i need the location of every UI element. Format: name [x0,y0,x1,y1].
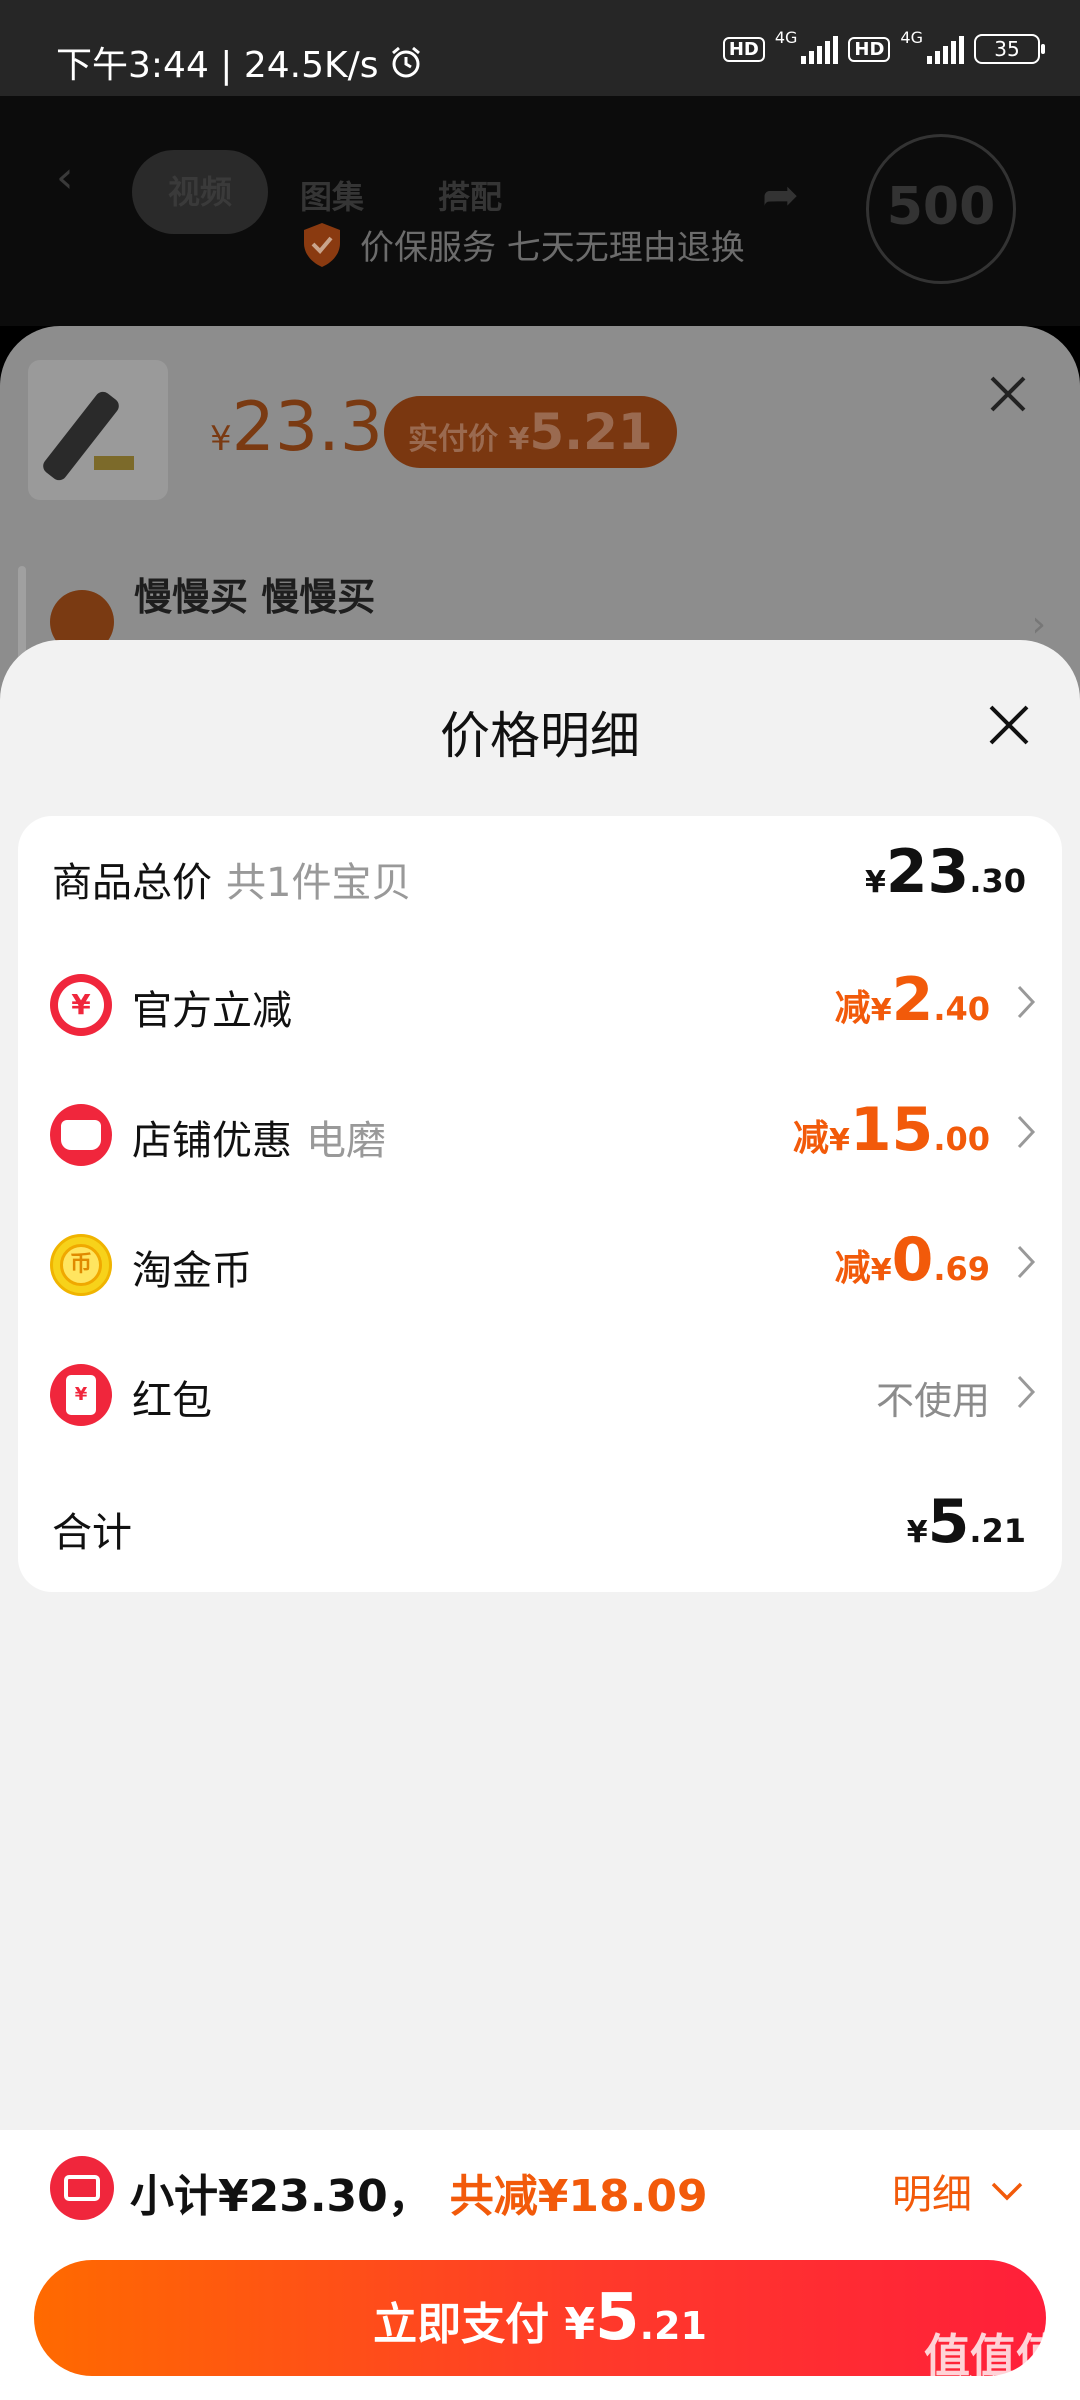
sales-badge: 500 [866,134,1016,284]
item-count: 共1件宝贝 [226,860,412,906]
guarantee-text: 价保服务 七天无理由退换 [360,228,745,268]
grand-total-label: 合计 [52,1510,132,1556]
alarm-icon [391,46,420,78]
paid-label: 实付价 ¥ [408,422,530,457]
gold-coin-value: 减 ¥0.69 [835,1226,990,1294]
value-int: 5 [927,1487,970,1557]
saved-text: 共减¥18.09 [449,2171,708,2222]
pay-dec: .21 [639,2304,707,2348]
row-label: 店铺优惠 电磨 [132,1108,386,1166]
shop-discount-label: 店铺优惠 [132,1118,292,1164]
row-grand-total: 合计 ¥5.21 [18,1466,1062,1586]
chevron-right-icon: › [1031,604,1046,645]
close-icon[interactable] [988,374,1028,414]
official-discount-label: 官方立减 [132,988,292,1034]
gold-coin-icon: 币 [50,1234,112,1296]
product-thumbnail [28,360,168,500]
signal-icon [801,34,839,64]
network-type-2: 4G [900,27,923,47]
goods-total-label: 商品总价 [52,860,212,906]
product-header: ‹ 视频 图集 搭配 ➦ 500 价保服务 七天无理由退换 [0,96,1080,326]
shop-discount-value: 减 ¥15.00 [793,1096,990,1164]
value-dec: .40 [933,990,990,1028]
official-discount-icon: ¥ [50,974,112,1036]
red-packet-icon: ¥ [50,1364,112,1426]
minus-prefix: 减 [792,1118,829,1159]
detail-link-text: 明细 [892,2172,972,2218]
shop-icon [50,1104,112,1166]
row-red-packet[interactable]: ¥ 红包 不使用 [18,1334,1062,1454]
shop-discount-sub: 电磨 [306,1118,386,1164]
price-breakdown-card: 商品总价 共1件宝贝 ¥23.30 ¥ 官方立减 减 ¥2.40 店铺优惠 电磨 减 ¥… [18,816,1062,1592]
sku-price: ¥23.3 [210,388,383,467]
shield-icon [304,222,340,267]
hd-badge-2: HD [848,36,891,62]
subtotal-text: 小计¥23.30， [130,2171,432,2222]
red-packet-value: 不使用 [875,1379,990,1423]
row-official-discount[interactable]: ¥ 官方立减 减 ¥2.40 [18,944,1062,1064]
sheet-title: 价格明细 [440,707,640,765]
product-nav: ‹ 视频 图集 搭配 ➦ 500 [0,128,1080,284]
subtotal-summary: 小计¥23.30， 共减¥18.09 [130,2160,708,2224]
yen-symbol: ¥ [906,1515,928,1550]
sku-price-value: 23.3 [231,388,384,467]
chevron-right-icon [1017,985,1036,1019]
status-indicators: HD 4G HD 4G 35 [722,28,1045,64]
paid-value: 5.21 [529,403,653,461]
tab-video[interactable]: 视频 [132,150,268,234]
official-discount-value: 减 ¥2.40 [835,966,990,1034]
share-icon[interactable]: ➦ [762,170,799,221]
yen-symbol: ¥ [870,1253,892,1288]
detail-toggle[interactable]: 明细 [892,2162,1024,2220]
watermark-url: zhizhizhi.com [949,2372,1058,2391]
minus-prefix: 减 [834,988,871,1029]
row-gold-coin[interactable]: 币 淘金币 减 ¥0.69 [18,1204,1062,1324]
minus-prefix: 减 [834,1248,871,1289]
paid-price-badge: 实付价 ¥5.21 [384,396,677,468]
grand-total-value: ¥5.21 [907,1488,1026,1556]
address-name[interactable]: 慢慢买 慢慢买 [134,566,375,621]
battery-icon: 35 [974,34,1045,64]
pay-now-button[interactable]: 立即支付 ¥5.21 [34,2260,1046,2376]
value-dec: .69 [933,1250,990,1288]
value-int: 15 [849,1095,934,1165]
goods-total-value: ¥23.30 [865,838,1026,906]
network-type-1: 4G [774,27,798,47]
yen-symbol: ¥ [864,865,886,900]
chevron-right-icon [1017,1115,1036,1149]
status-time-speed: 下午3:44 | 24.5K/s [56,36,423,88]
yen-symbol: ¥ [870,993,892,1028]
close-icon[interactable] [986,702,1032,748]
tab-gallery[interactable]: 图集 [300,172,364,218]
back-arrow-icon[interactable]: ‹ [56,152,74,203]
tab-match[interactable]: 搭配 [438,172,502,218]
coupon-icon [50,2156,114,2220]
pay-label: 立即支付 ¥ [373,2299,596,2350]
checkout-bar: 小计¥23.30， 共减¥18.09 明细 立即支付 ¥5.21 [0,2130,1080,2400]
value-dec: .21 [969,1512,1026,1550]
value-dec: .30 [969,862,1026,900]
row-shop-discount[interactable]: 店铺优惠 电磨 减 ¥15.00 [18,1074,1062,1194]
yen-symbol: ¥ [828,1123,850,1158]
guarantee-banner: 价保服务 七天无理由退换 [300,220,745,269]
chevron-right-icon [1017,1245,1036,1279]
value-int: 0 [891,1225,934,1295]
gold-coin-label: 淘金币 [132,1248,252,1294]
value-int: 23 [885,837,970,907]
pay-int: 5 [595,2281,640,2355]
status-time-text: 下午3:44 | 24.5K/s [56,45,379,86]
signal-icon [927,34,964,64]
row-goods-total: 商品总价 共1件宝贝 ¥23.30 [18,816,1062,936]
sku-price-yen: ¥ [210,419,232,459]
row-label: 商品总价 共1件宝贝 [52,850,411,908]
value-int: 2 [891,965,934,1035]
red-packet-label: 红包 [132,1378,212,1424]
value-dec: .00 [933,1120,990,1158]
hd-badge-1: HD [722,36,765,62]
status-bar: 下午3:44 | 24.5K/s HD 4G HD 4G 35 [0,0,1080,96]
chevron-down-icon [991,2182,1023,2201]
chevron-right-icon [1017,1375,1036,1409]
